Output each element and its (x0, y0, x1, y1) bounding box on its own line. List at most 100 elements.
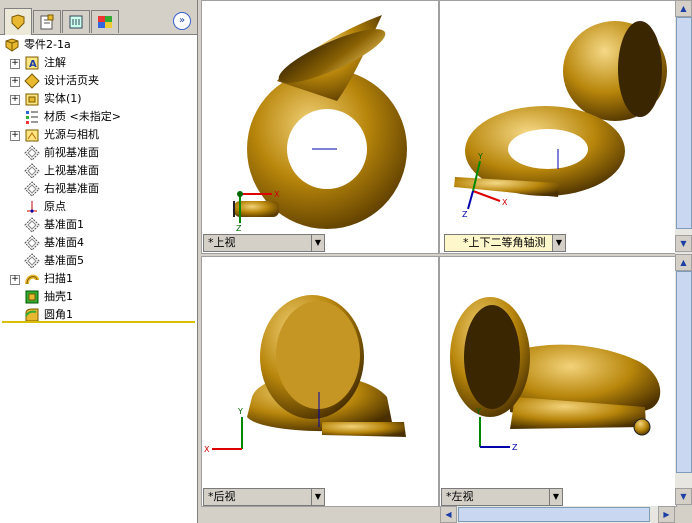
svg-text:A: A (29, 59, 37, 70)
sweep-icon (25, 274, 39, 285)
viewport-bottom-left[interactable]: Y X *后视 ▼ (201, 256, 439, 507)
scroll-down-button[interactable]: ▼ (675, 488, 692, 505)
plane-icon (24, 235, 40, 251)
plane-icon (24, 145, 40, 161)
tree-item[interactable]: + 实体(1) (0, 90, 197, 108)
left-view-model: Y Z (450, 297, 661, 452)
expand-toggle-icon[interactable]: + (10, 95, 20, 105)
tree-item-label: 扫描1 (44, 272, 73, 285)
isometric-view-model: X Y Z (454, 21, 667, 219)
shell-icon (25, 290, 39, 304)
tree-item[interactable]: 上视基准面 (0, 162, 197, 180)
scroll-up-button[interactable]: ▲ (675, 254, 692, 271)
vertical-scrollbar[interactable]: ▲ ▼ ▲ ▼ (675, 0, 692, 505)
tree-item[interactable]: 基准面4 (0, 234, 197, 252)
tab-display-manager[interactable] (91, 10, 119, 33)
tree-item-label: 注解 (44, 56, 66, 69)
expand-toggle-icon[interactable]: + (10, 77, 20, 87)
expand-toggle-icon[interactable]: + (10, 59, 20, 69)
z-axis-label: Z (236, 224, 242, 233)
part-icon (5, 38, 19, 52)
axis-triad: X Z (236, 148, 337, 233)
tree-item-label: 抽壳1 (44, 290, 73, 303)
view-name: *左视 (446, 490, 474, 503)
chevron-down-icon[interactable]: ▼ (552, 235, 565, 251)
tree-item[interactable]: + 光源与相机 (0, 126, 197, 144)
tree-item-label: 基准面4 (44, 236, 84, 249)
tree-item[interactable]: + 设计活页夹 (0, 72, 197, 90)
view-name: *后视 (208, 490, 236, 503)
scroll-thumb[interactable] (458, 507, 650, 522)
scroll-left-button[interactable]: ◀ (440, 506, 457, 523)
feature-manager-panel: » 零件2-1a + A 注解 + 设计活页夹 + 实体(1) 材质 <未指定> + 光源与相机前… (0, 0, 198, 523)
tree-root[interactable]: 零件2-1a (0, 36, 197, 54)
tree-item-label: 实体(1) (44, 92, 82, 105)
tree-item[interactable]: 基准面1 (0, 216, 197, 234)
back-view-model: Y X (204, 295, 406, 454)
tree-item-label: 基准面1 (44, 218, 84, 231)
tree-item[interactable]: 抽壳1 (0, 288, 197, 306)
expand-toggle-icon[interactable]: + (10, 131, 20, 141)
scroll-thumb[interactable] (676, 17, 692, 229)
view-label-top-left[interactable]: *上视 ▼ (203, 234, 325, 252)
view-label-bottom-right[interactable]: *左视 ▼ (441, 488, 563, 506)
rollback-bar[interactable] (2, 321, 195, 323)
tree-item-label: 材质 <未指定> (44, 110, 121, 123)
tree-item-label: 基准面5 (44, 254, 84, 267)
tab-property-manager[interactable] (33, 10, 61, 33)
tree-item-label: 设计活页夹 (44, 74, 99, 87)
view-name: *上视 (208, 236, 236, 249)
viewport-top-left[interactable]: X Z *上视 ▼ (201, 0, 439, 254)
annotation-icon: A (25, 56, 39, 70)
chevron-down-icon[interactable]: ▼ (311, 489, 324, 505)
z-axis-label: Z (512, 443, 518, 452)
tree-item[interactable]: 基准面5 (0, 252, 197, 270)
tree-item-label: 右视基准面 (44, 182, 99, 195)
tree-item[interactable]: 右视基准面 (0, 180, 197, 198)
scroll-right-button[interactable]: ▶ (658, 506, 675, 523)
x-axis-label: X (274, 190, 280, 199)
scroll-up-button[interactable]: ▲ (675, 0, 692, 17)
horizontal-scrollbar[interactable]: ◀ ▶ (440, 506, 675, 523)
material-icon (26, 111, 38, 124)
tree-item-label: 原点 (44, 200, 66, 213)
tree-item[interactable]: 前视基准面 (0, 144, 197, 162)
chevron-down-icon[interactable]: ▼ (549, 489, 562, 505)
plane-icon (24, 163, 40, 179)
viewport-top-right[interactable]: X Y Z *上下二等角轴测 ▼ (439, 0, 677, 254)
solid-bodies-icon (25, 93, 39, 106)
origin-icon (27, 201, 37, 213)
y-axis-label: Y (475, 407, 481, 416)
tree-item-label: 前视基准面 (44, 146, 99, 159)
design-binder-icon (24, 73, 40, 89)
tree-item-label: 光源与相机 (44, 128, 99, 141)
expand-toggle-icon[interactable]: + (10, 275, 20, 285)
view-label-top-right[interactable]: *上下二等角轴测 ▼ (444, 234, 566, 252)
panel-tabs: » (0, 0, 197, 35)
tree-item[interactable]: + 扫描1 (0, 270, 197, 288)
tab-feature-manager[interactable] (4, 8, 32, 35)
y-axis-label: Y (237, 407, 243, 416)
y-axis-label: Y (477, 152, 483, 161)
plane-icon (24, 253, 40, 269)
tab-configuration-manager[interactable] (62, 10, 90, 33)
lights-cameras-icon (25, 129, 39, 142)
plane-icon (24, 181, 40, 197)
tree-item[interactable]: 材质 <未指定> (0, 108, 197, 126)
plane-icon (24, 217, 40, 233)
scroll-down-button[interactable]: ▼ (675, 235, 692, 252)
tree-item[interactable]: + A 注解 (0, 54, 197, 72)
feature-tree: 零件2-1a + A 注解 + 设计活页夹 + 实体(1) 材质 <未指定> + 光源与相机前视基… (0, 36, 197, 324)
scroll-thumb[interactable] (676, 271, 692, 473)
tree-root-label: 零件2-1a (24, 38, 71, 51)
view-name: *上下二等角轴测 (463, 236, 546, 249)
expand-panel-button[interactable]: » (173, 12, 191, 30)
z-axis-label: Z (462, 210, 468, 219)
x-axis-label: X (204, 445, 210, 454)
view-label-bottom-left[interactable]: *后视 ▼ (203, 488, 325, 506)
x-axis-label: X (502, 198, 508, 207)
tree-item[interactable]: 原点 (0, 198, 197, 216)
tree-item-label: 上视基准面 (44, 164, 99, 177)
viewport-bottom-right[interactable]: Y Z *左视 ▼ (439, 256, 677, 507)
chevron-down-icon[interactable]: ▼ (311, 235, 324, 251)
